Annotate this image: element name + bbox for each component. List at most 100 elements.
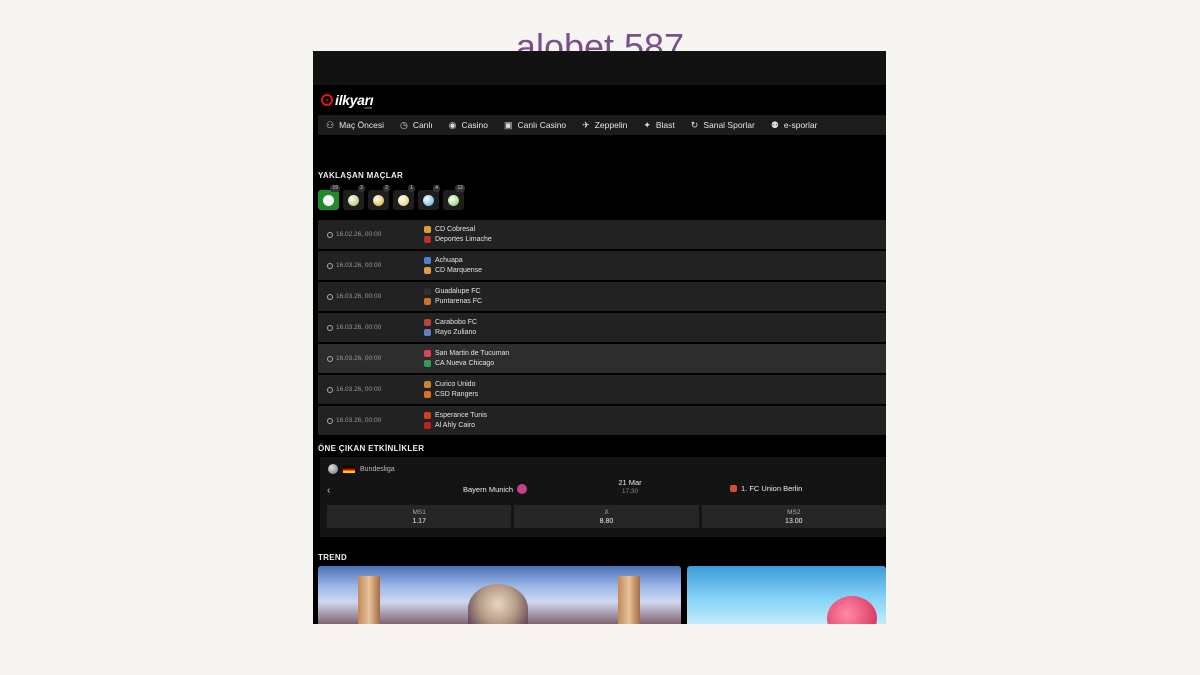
team-crest-icon — [424, 226, 431, 233]
nav-item-sanal-sporlar[interactable]: ↻ Sanal Sporlar — [683, 115, 763, 135]
tennis-icon — [348, 194, 359, 206]
germany-flag-icon — [343, 465, 355, 473]
game-art — [827, 596, 878, 624]
nav-item-ma-ncesi[interactable]: ⚇ Maç Öncesi — [318, 115, 392, 135]
sport-tab-tennis[interactable]: 2 — [343, 185, 365, 210]
bayern-crest-icon — [517, 484, 527, 494]
odds-button-ms2[interactable]: MS2 13.00 — [701, 505, 886, 528]
team-crest-icon — [424, 288, 431, 295]
match-time: 16.03.26, 00:00 — [318, 293, 424, 300]
table-tennis-icon — [448, 194, 459, 206]
rocket-icon: ✦ — [643, 119, 651, 130]
home-team-name: CD Cobresal — [435, 226, 476, 233]
sport-tab-volleyball[interactable]: 1 — [393, 185, 415, 210]
home-team: Curico Unido — [424, 381, 478, 388]
sport-count-badge: 19 — [330, 185, 340, 192]
odds-value: 13.00 — [785, 517, 803, 525]
chip-icon: ◉ — [448, 119, 457, 130]
odds-label: MS2 — [787, 508, 801, 516]
match-time-text: 16.03.26, 00:00 — [336, 386, 382, 393]
union-berlin-crest-icon — [730, 485, 737, 492]
match-row[interactable]: 16.03.26, 00:00 Carabobo FC Rayo Zuliano — [318, 312, 886, 343]
home-team: CD Cobresal — [424, 226, 492, 233]
trend-game-card[interactable] — [687, 566, 886, 624]
nav-item-label: Casino — [461, 120, 488, 130]
league-row: Bundesliga — [320, 457, 886, 474]
site-logo[interactable]: ilkyarı .com — [321, 91, 374, 110]
nav-item-label: Maç Öncesi — [339, 120, 384, 130]
team-crest-icon — [424, 360, 431, 367]
featured-event-card[interactable]: Bundesliga ‹ Bayern Munich 21 Mar 17:30 … — [320, 457, 886, 537]
team-crest-icon — [424, 350, 431, 357]
home-team-name: Bayern Munich — [462, 484, 513, 494]
nav-item-label: Sanal Sporlar — [703, 120, 755, 130]
top-bar — [313, 51, 886, 85]
away-team-name: Al Ahly Cairo — [435, 422, 476, 429]
team-crest-icon — [424, 412, 431, 419]
odds-value: 1.17 — [412, 517, 426, 525]
soccer-icon — [323, 194, 334, 206]
featured-section: ÖNE ÇIKAN ETKİNLİKLER Bundesliga ‹ Bayer… — [313, 444, 886, 537]
team-crest-icon — [424, 236, 431, 243]
sport-tab-ice-hockey[interactable]: 4 — [418, 185, 440, 210]
match-time: 16.03.26, 00:00 — [318, 262, 424, 269]
event-row: ‹ Bayern Munich 21 Mar 17:30 1. FC Union… — [320, 478, 886, 504]
home-team: San Martin de Tucuman — [424, 350, 509, 357]
ice-hockey-icon — [423, 194, 434, 206]
upcoming-title: YAKLAŞAN MAÇLAR — [318, 171, 404, 180]
match-time-text: 16.03.26, 00:00 — [336, 417, 382, 424]
team-crest-icon — [424, 329, 431, 336]
match-row[interactable]: 16.03.26, 00:00 San Martin de Tucuman CA N… — [318, 343, 886, 374]
chevron-left-icon[interactable]: ‹ — [327, 485, 330, 496]
event-time: 21 Mar 17:30 — [605, 478, 655, 495]
match-row[interactable]: 16.03.26, 00:00 Esperance Tunis Al Ahly Ca… — [318, 405, 886, 436]
odds-value: 8.80 — [599, 517, 614, 525]
match-time: 16.03.26, 00:00 — [318, 355, 424, 362]
nav-item-blast[interactable]: ✦ Blast — [635, 115, 682, 135]
odds-label: X — [604, 508, 609, 516]
match-row[interactable]: 16.03.26, 00:00 Curico Unido CSD Rangers — [318, 374, 886, 405]
home-team-name: San Martin de Tucuman — [435, 350, 510, 357]
away-team: Deportes Limache — [424, 236, 492, 243]
match-row[interactable]: 16.02.26, 00:00 CD Cobresal Deportes Limac… — [318, 219, 886, 250]
sport-tab-soccer[interactable]: 19 — [318, 185, 340, 210]
sport-tab-basketball[interactable]: 2 — [368, 185, 390, 210]
trend-game-card[interactable] — [318, 566, 682, 624]
nav-item-casino[interactable]: ◉ Casino — [441, 115, 496, 135]
zeppelin-icon: ✈ — [582, 119, 590, 130]
sport-tab-table-tennis[interactable]: 12 — [443, 185, 465, 210]
away-team: Rayo Zuliano — [424, 329, 477, 336]
nav-item-zeppelin[interactable]: ✈ Zeppelin — [574, 115, 635, 135]
stopwatch-icon: ◷ — [399, 119, 408, 130]
match-row[interactable]: 16.03.26, 00:00 Achuapa CD Marquense — [318, 250, 886, 281]
odds-button-ms1[interactable]: MS1 1.17 — [327, 505, 512, 528]
home-team-name: Esperance Tunis — [435, 412, 488, 419]
away-team-name: CD Marquense — [435, 267, 483, 274]
home-team: Guadalupe FC — [424, 288, 482, 295]
nav-item-canl-[interactable]: ◷ Canlı — [392, 115, 441, 135]
odds-label: MS1 — [412, 508, 426, 516]
clock-icon — [327, 262, 333, 269]
users-icon: ⚇ — [326, 119, 335, 130]
match-teams: Achuapa CD Marquense — [424, 257, 482, 274]
match-teams: Esperance Tunis Al Ahly Cairo — [424, 412, 487, 429]
away-team-name: CA Nueva Chicago — [435, 360, 495, 367]
odds-button-x[interactable]: X 8.80 — [514, 505, 699, 528]
dealer-icon: ▣ — [503, 119, 513, 130]
home-team: Esperance Tunis — [424, 412, 487, 419]
team-crest-icon — [424, 381, 431, 388]
match-teams: Curico Unido CSD Rangers — [424, 381, 478, 398]
clock-icon — [327, 417, 333, 424]
nav-item-e-sporlar[interactable]: ⚉ e-sporlar — [763, 115, 826, 135]
match-row[interactable]: 16.03.26, 00:00 Guadalupe FC Puntarenas FC — [318, 281, 886, 312]
team-crest-icon — [424, 422, 431, 429]
match-time-text: 16.03.26, 00:00 — [336, 262, 382, 269]
away-team: 1. FC Union Berlin — [730, 484, 802, 493]
nav-item-label: Blast — [655, 120, 675, 130]
nav-item-canl-casino[interactable]: ▣ Canlı Casino — [496, 115, 574, 135]
gamepad-icon: ⚉ — [770, 119, 779, 130]
home-team: Bayern Munich — [463, 484, 527, 494]
trend-title: TREND — [318, 553, 348, 562]
odds-row: MS1 1.17 X 8.80 MS2 13.00 — [320, 505, 886, 528]
nav-item-label: Canlı — [412, 120, 433, 130]
